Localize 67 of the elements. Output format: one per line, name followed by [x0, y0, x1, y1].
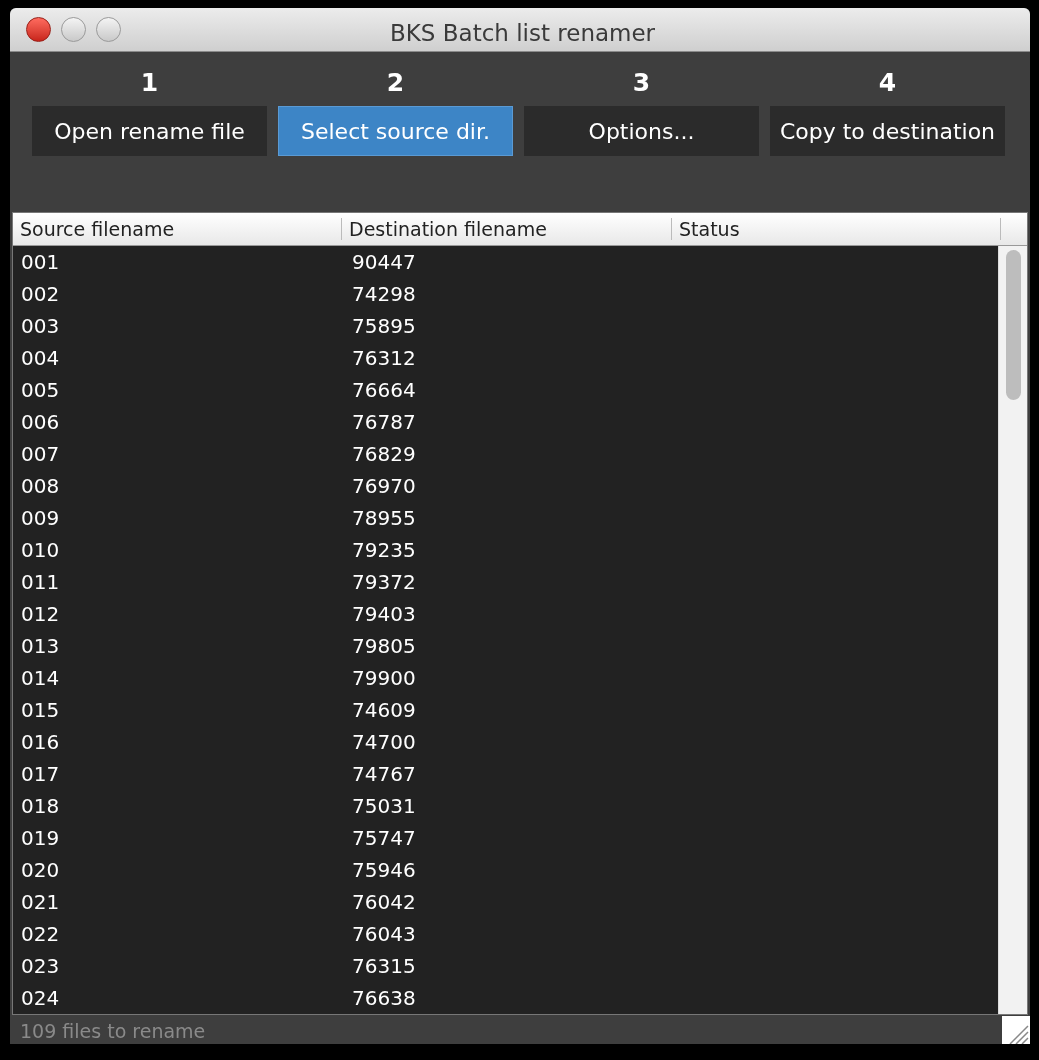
table-cell-text: 001: [20, 249, 61, 276]
table-cell-text: 003: [20, 313, 61, 340]
zoom-button[interactable]: [96, 17, 121, 42]
table-cell-text: 79805: [351, 633, 417, 660]
table-cell-text: 016: [20, 729, 61, 756]
table-cell-text: 75031: [351, 793, 417, 820]
scrollbar[interactable]: [998, 246, 1027, 1014]
table-cell-text: 74767: [351, 761, 417, 788]
table-cell-text: 021: [20, 889, 61, 916]
table-cell-text: 76043: [351, 921, 417, 948]
scrollbar-thumb[interactable]: [1005, 250, 1021, 400]
column-header[interactable]: Destination filename: [342, 218, 672, 240]
table-cell-text: 79900: [351, 665, 417, 692]
table-cell-text: 76315: [351, 953, 417, 980]
table-cell-text: 010: [20, 537, 61, 564]
table-cell-text: 76638: [351, 985, 417, 1012]
table-cell-text: 005: [20, 377, 61, 404]
close-button[interactable]: [26, 17, 51, 42]
table-cell-text: 013: [20, 633, 61, 660]
table-cell-text: 009: [20, 505, 61, 532]
resize-grip-icon[interactable]: [1002, 1016, 1030, 1044]
table-cell-text: 90447: [351, 249, 417, 276]
table-cell-text: 74700: [351, 729, 417, 756]
table-cell-text: 011: [20, 569, 61, 596]
table-cell-text: 020: [20, 857, 61, 884]
column-header[interactable]: Status: [672, 218, 1001, 240]
table-cell-text: 018: [20, 793, 61, 820]
step-number: 4: [878, 67, 897, 99]
table-cell-text: 76970: [351, 473, 417, 500]
table-cell-text: 76042: [351, 889, 417, 916]
table-cell-text: 023: [20, 953, 61, 980]
step-button[interactable]: Select source dir.: [278, 106, 513, 156]
step-button[interactable]: Open rename file: [32, 106, 267, 156]
table-cell-text: 76829: [351, 441, 417, 468]
table-cell-text: 008: [20, 473, 61, 500]
table-cell-text: 79403: [351, 601, 417, 628]
table-cell-text: 004: [20, 345, 61, 372]
table-cell-text: 002: [20, 281, 61, 308]
table-cell-text: 022: [20, 921, 61, 948]
table-cell-text: 79235: [351, 537, 417, 564]
table-cell-text: 015: [20, 697, 61, 724]
table-cell-text: 024: [20, 985, 61, 1012]
step-button[interactable]: Options...: [524, 106, 759, 156]
column-header[interactable]: Source filename: [13, 218, 342, 240]
table-cell-text: 012: [20, 601, 61, 628]
table-cell-text: 75747: [351, 825, 417, 852]
table-cell-text: 74609: [351, 697, 417, 724]
table-cell-text: 017: [20, 761, 61, 788]
table-cell-text: 014: [20, 665, 61, 692]
step-button[interactable]: Copy to destination: [770, 106, 1005, 156]
table-cell-text: 76664: [351, 377, 417, 404]
table-cell-text: 75895: [351, 313, 417, 340]
table-cell-text: 75946: [351, 857, 417, 884]
table-cell-text: 74298: [351, 281, 417, 308]
window-title: BKS Batch list renamer: [390, 19, 656, 48]
step-number: 1: [140, 67, 159, 99]
status-text: 109 files to rename: [19, 1018, 206, 1044]
table-cell-text: 76312: [351, 345, 417, 372]
table-cell-text: 76787: [351, 409, 417, 436]
table-cell-text: 006: [20, 409, 61, 436]
table-cell-text: 78955: [351, 505, 417, 532]
table-cell-text: 019: [20, 825, 61, 852]
table-cell-text: 79372: [351, 569, 417, 596]
table-cell-text: 007: [20, 441, 61, 468]
step-number: 2: [386, 67, 405, 99]
minimize-button[interactable]: [61, 17, 86, 42]
step-number: 3: [632, 67, 651, 99]
